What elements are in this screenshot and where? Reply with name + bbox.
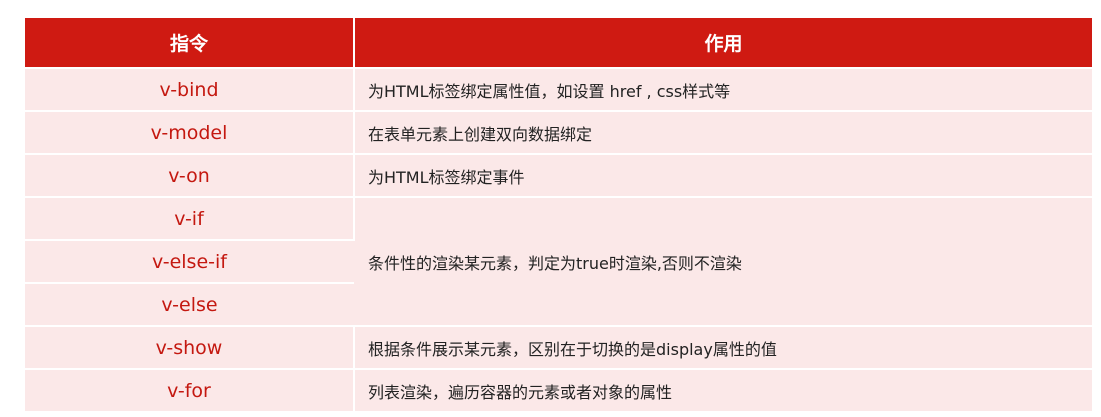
directive-cell: v-bind	[25, 68, 355, 112]
description-cell-merged: 条件性的渲染某元素，判定为true时渲染,否则不渲染	[354, 197, 1092, 327]
description-cell: 在表单元素上创建双向数据绑定	[354, 111, 1092, 155]
table-row: v-show 根据条件展示某元素，区别在于切换的是display属性的值	[25, 326, 1092, 370]
directive-cell: v-for	[25, 369, 355, 413]
directive-table: 指令 作用 v-bind 为HTML标签绑定属性值，如设置 href , css…	[25, 18, 1092, 413]
description-cell: 为HTML标签绑定属性值，如设置 href , css样式等	[354, 68, 1092, 112]
header-directive: 指令	[25, 18, 355, 69]
table-row: v-model 在表单元素上创建双向数据绑定	[25, 111, 1092, 155]
table-row: v-on 为HTML标签绑定事件	[25, 154, 1092, 198]
directive-cell: v-if	[25, 197, 355, 241]
directive-table-container: 指令 作用 v-bind 为HTML标签绑定属性值，如设置 href , css…	[25, 18, 1092, 413]
directive-cell: v-show	[25, 326, 355, 370]
description-cell: 为HTML标签绑定事件	[354, 154, 1092, 198]
header-purpose: 作用	[354, 18, 1092, 69]
table-row: v-for 列表渲染，遍历容器的元素或者对象的属性	[25, 369, 1092, 413]
table-row: v-if 条件性的渲染某元素，判定为true时渲染,否则不渲染	[25, 197, 1092, 327]
description-cell: 列表渲染，遍历容器的元素或者对象的属性	[354, 369, 1092, 413]
directive-cell: v-else-if	[25, 240, 354, 284]
directive-cell: v-else	[25, 283, 354, 327]
directive-cell: v-on	[25, 154, 355, 198]
description-cell: 根据条件展示某元素，区别在于切换的是display属性的值	[354, 326, 1092, 370]
table-header-row: 指令 作用	[25, 18, 1092, 69]
directive-cell: v-model	[25, 111, 355, 155]
table-row: v-bind 为HTML标签绑定属性值，如设置 href , css样式等	[25, 68, 1092, 112]
